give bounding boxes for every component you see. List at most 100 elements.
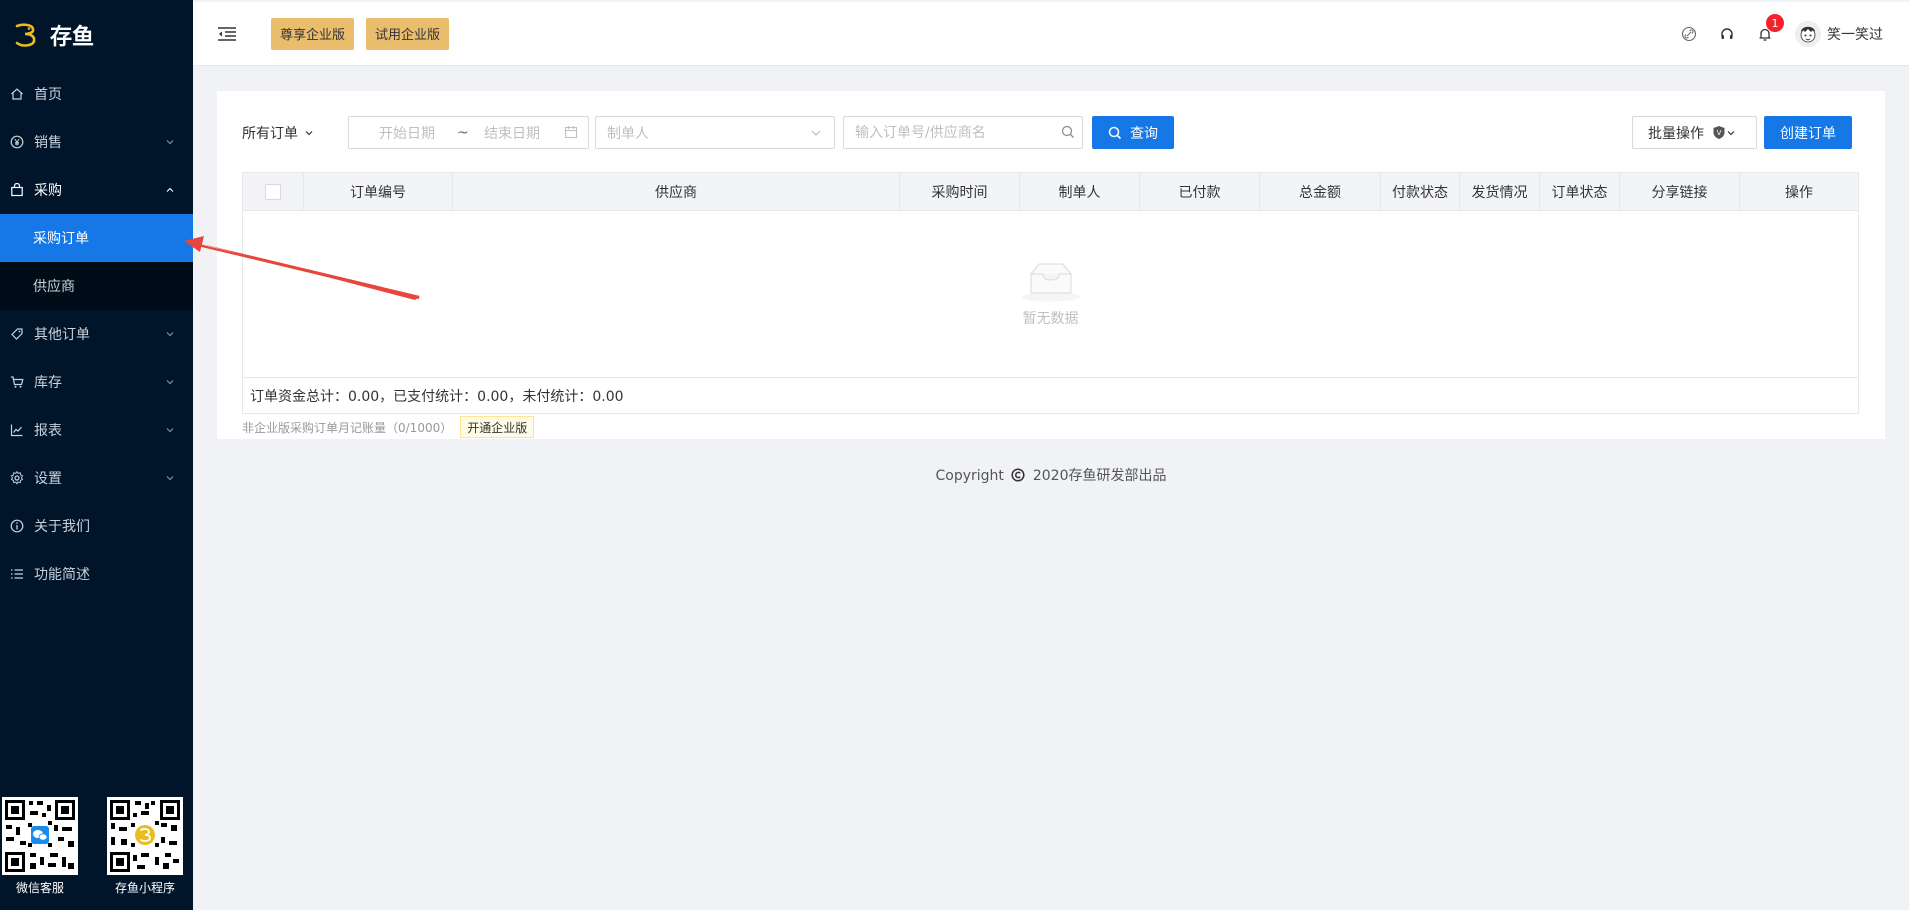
order-search-input[interactable] <box>843 116 1083 149</box>
order-scope-dropdown[interactable]: 所有订单 <box>242 116 314 150</box>
column-header[interactable]: 订单状态 <box>1540 173 1620 210</box>
chevron-up-icon <box>166 187 174 192</box>
trial-enterprise-button[interactable]: 试用企业版 <box>366 17 450 50</box>
column-header[interactable]: 发货情况 <box>1460 173 1540 210</box>
batch-actions-dropdown[interactable]: 批量操作 V <box>1632 116 1757 149</box>
copyright-icon <box>1011 468 1025 482</box>
qr-code-image <box>107 797 183 875</box>
sidebar-item-settings[interactable]: 设置 <box>0 454 193 502</box>
qr-mini-program[interactable]: 存鱼小程序 <box>105 797 185 896</box>
svg-text:V: V <box>1717 129 1722 137</box>
copyright-text: 2020存鱼研发部出品 <box>1032 468 1167 484</box>
username[interactable]: 笑一笑过 <box>1827 24 1883 44</box>
chevron-down-icon <box>166 428 174 433</box>
sidebar-item-label: 设置 <box>34 471 62 487</box>
bag-icon <box>10 183 24 197</box>
link-icon[interactable] <box>1681 26 1697 42</box>
sidebar-item-purchase-orders[interactable]: 采购订单 <box>0 214 193 262</box>
sidebar-item-label: 采购 <box>34 183 62 199</box>
sidebar-item-purchase[interactable]: 采购 <box>0 166 193 214</box>
filter-toolbar: 所有订单 开始日期 ~ 结束日期 制单人 查询 批量操作 V 创建订单 <box>242 116 1862 150</box>
qr-label: 存鱼小程序 <box>114 881 175 895</box>
sidebar-item-reports[interactable]: 报表 <box>0 406 193 454</box>
query-label: 查询 <box>1130 125 1158 142</box>
menu-fold-icon[interactable] <box>217 26 237 42</box>
qr-wechat-service[interactable]: 微信客服 <box>0 797 80 896</box>
sidebar-item-label: 首页 <box>34 87 62 103</box>
sidebar-item-other-orders[interactable]: 其他订单 <box>0 310 193 358</box>
list-icon <box>10 567 24 581</box>
cart-icon <box>10 375 24 389</box>
column-header[interactable]: 制单人 <box>1020 173 1140 210</box>
sidebar-menu: 首页 销售 采购 采购订单 供应商 其他订单 库存 报表 设置 关于我们 功能简… <box>0 70 193 598</box>
sidebar-item-suppliers[interactable]: 供应商 <box>0 262 193 310</box>
qr-code-image <box>2 797 78 875</box>
purchase-orders-table: 订单编号 供应商 采购时间 制单人 已付款 总金额 付款状态 发货情况 订单状态… <box>242 172 1859 414</box>
column-header[interactable]: 采购时间 <box>900 173 1020 210</box>
maker-select[interactable]: 制单人 <box>595 116 835 149</box>
gear-icon <box>10 471 24 485</box>
sidebar-item-inventory[interactable]: 库存 <box>0 358 193 406</box>
sidebar-item-label: 其他订单 <box>34 327 90 343</box>
select-all-cell <box>243 173 304 210</box>
avatar[interactable] <box>1795 21 1821 47</box>
headset-icon[interactable] <box>1719 26 1735 42</box>
column-header[interactable]: 总金额 <box>1260 173 1381 210</box>
column-header[interactable]: 已付款 <box>1140 173 1260 210</box>
premium-enterprise-button[interactable]: 尊享企业版 <box>271 17 355 50</box>
qr-label: 微信客服 <box>15 881 64 895</box>
sidebar-item-label: 报表 <box>34 423 62 439</box>
create-order-button[interactable]: 创建订单 <box>1764 116 1852 149</box>
qr-codes: 微信客服 存鱼小程序 <box>0 797 193 896</box>
date-range-picker[interactable]: 开始日期 ~ 结束日期 <box>348 116 589 149</box>
sidebar-item-label: 功能简述 <box>34 567 90 583</box>
column-header[interactable]: 供应商 <box>453 173 900 210</box>
purchase-submenu: 采购订单 供应商 <box>0 214 193 310</box>
bell-icon[interactable]: 1 <box>1757 14 1784 42</box>
start-date-placeholder[interactable]: 开始日期 <box>379 123 435 143</box>
column-header[interactable]: 操作 <box>1740 173 1858 210</box>
calendar-icon <box>564 126 578 139</box>
sidebar-item-label: 关于我们 <box>34 519 90 535</box>
quota-text: 非企业版采购订单月记账量（0/1000） <box>242 420 453 435</box>
end-date-placeholder[interactable]: 结束日期 <box>484 123 540 143</box>
chevron-down-icon <box>1727 130 1735 135</box>
chart-line-icon <box>10 423 24 437</box>
sidebar-item-label: 库存 <box>34 375 62 391</box>
column-header[interactable]: 订单编号 <box>304 173 453 210</box>
home-icon <box>10 87 24 101</box>
sidebar-item-sales[interactable]: 销售 <box>0 118 193 166</box>
tag-icon <box>10 327 24 341</box>
chevron-down-icon <box>166 332 174 337</box>
purchase-orders-card: 所有订单 开始日期 ~ 结束日期 制单人 查询 批量操作 V 创建订单 <box>217 91 1885 439</box>
sidebar-item-home[interactable]: 首页 <box>0 70 193 118</box>
empty-state: 暂无数据 <box>243 211 1858 378</box>
quota-note: 非企业版采购订单月记账量（0/1000） 开通企业版 <box>242 416 535 438</box>
chevron-down-icon <box>305 131 313 136</box>
chevron-down-icon <box>811 130 821 136</box>
sidebar-item-features[interactable]: 功能简述 <box>0 550 193 598</box>
chevron-down-icon <box>166 140 174 145</box>
info-icon <box>10 519 24 533</box>
open-enterprise-button[interactable]: 开通企业版 <box>460 416 535 438</box>
order-totals-summary: 订单资金总计：0.00，已支付统计：0.00，未付统计：0.00 <box>250 389 624 405</box>
header-actions: 1 笑一笑过 <box>1659 2 1883 66</box>
batch-label: 批量操作 <box>1648 125 1704 142</box>
chevron-down-icon <box>166 476 174 481</box>
copyright-footer: Copyright 2020存鱼研发部出品 <box>193 465 1909 485</box>
yen-icon <box>10 135 24 149</box>
logo[interactable]: 存鱼 <box>0 0 193 70</box>
query-button[interactable]: 查询 <box>1092 116 1174 149</box>
column-header[interactable]: 付款状态 <box>1381 173 1460 210</box>
column-header[interactable]: 分享链接 <box>1620 173 1740 210</box>
maker-placeholder: 制单人 <box>607 125 649 142</box>
fish-logo-icon <box>15 23 36 47</box>
order-scope-label: 所有订单 <box>242 126 298 142</box>
select-all-checkbox[interactable] <box>265 183 281 200</box>
search-icon <box>1108 126 1122 139</box>
shield-icon: V <box>1713 126 1725 139</box>
sidebar-item-about[interactable]: 关于我们 <box>0 502 193 550</box>
table-header: 订单编号 供应商 采购时间 制单人 已付款 总金额 付款状态 发货情况 订单状态… <box>243 173 1858 211</box>
date-separator: ~ <box>457 124 469 141</box>
sidebar: 存鱼 首页 销售 采购 采购订单 供应商 其他订单 库存 报表 设置 关于我们 … <box>0 0 193 910</box>
